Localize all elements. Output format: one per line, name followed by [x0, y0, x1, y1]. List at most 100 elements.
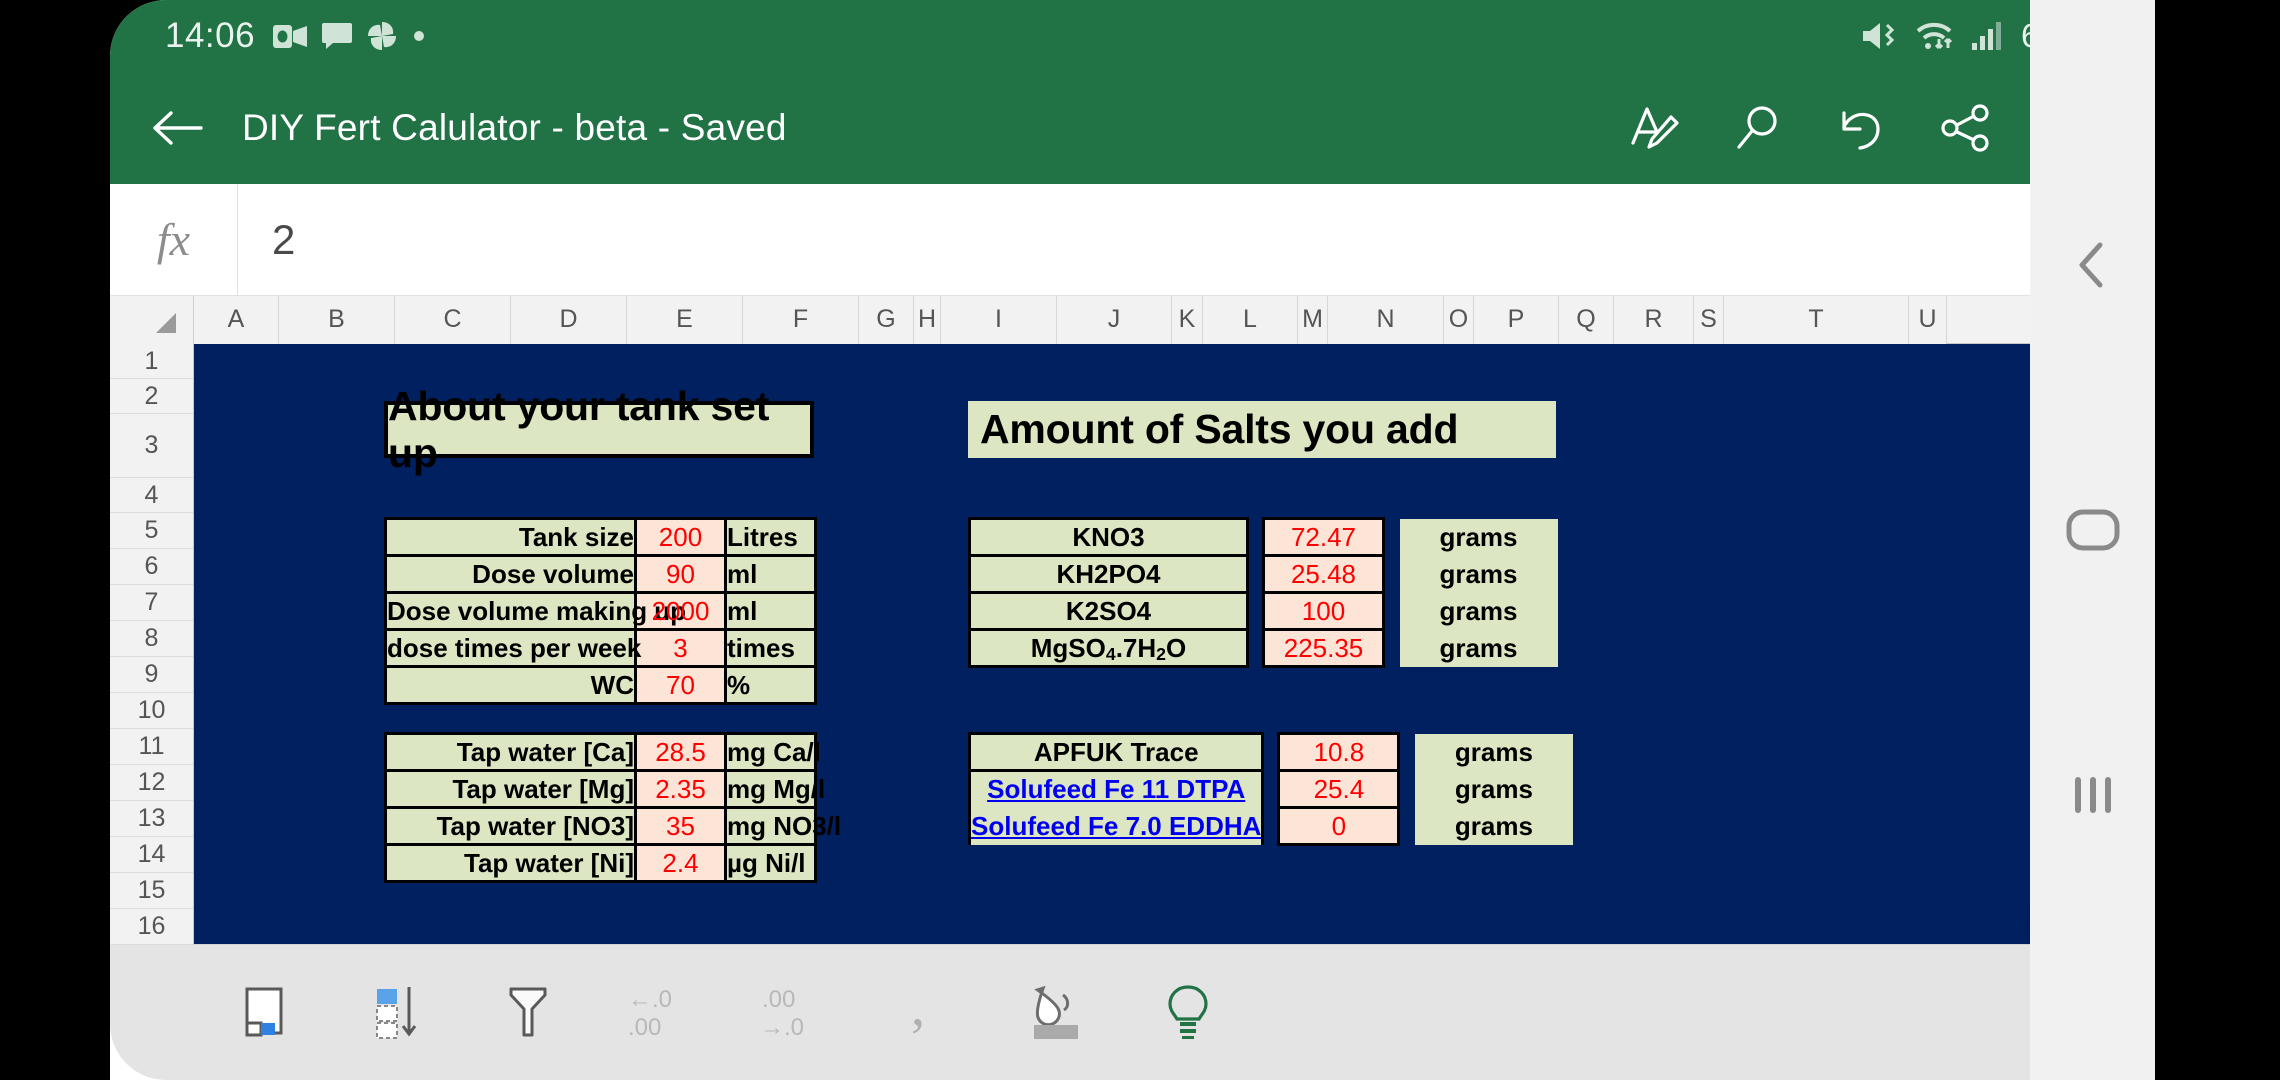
column-header-b[interactable]: B [279, 296, 395, 344]
column-header-u[interactable]: U [1909, 296, 1947, 344]
column-header-o[interactable]: O [1444, 296, 1474, 344]
sort-descending-icon[interactable] [330, 958, 462, 1068]
trace-value-2[interactable]: 0 [1277, 806, 1401, 846]
salt-value-3[interactable]: 225.35 [1262, 628, 1385, 668]
tapwater-unit-2[interactable]: mg NO3/l [724, 806, 841, 846]
undo-icon[interactable] [1833, 99, 1891, 157]
lightbulb-icon[interactable] [1122, 958, 1254, 1068]
tank-setup-unit-0[interactable]: Litres [724, 517, 817, 557]
salt-unit-column[interactable]: grams grams grams grams [1399, 518, 1558, 667]
tapwater-label-3[interactable]: Tap water [Ni] [384, 843, 637, 883]
table-row[interactable]: KNO3 72.47 grams grams grams grams [968, 517, 1558, 667]
row-header-1[interactable]: 1 [110, 344, 193, 379]
column-header-f[interactable]: F [743, 296, 859, 344]
trace-unit-column[interactable]: grams grams grams [1414, 733, 1573, 845]
tapwater-unit-0[interactable]: mg Ca/l [724, 732, 821, 772]
tapwater-value-1[interactable]: 2.35 [634, 769, 727, 809]
fx-icon[interactable]: fx [110, 183, 238, 296]
row-header-10[interactable]: 10 [110, 693, 193, 729]
column-header-e[interactable]: E [627, 296, 743, 344]
column-header-p[interactable]: P [1474, 296, 1559, 344]
tank-setup-value-3[interactable]: 3 [634, 628, 727, 668]
comma-style-icon[interactable]: , [858, 958, 990, 1068]
row-header-15[interactable]: 15 [110, 873, 193, 909]
search-icon[interactable] [1729, 99, 1787, 157]
increase-decimal-icon[interactable]: .00 →.0 [726, 958, 858, 1068]
row-header-5[interactable]: 5 [110, 513, 193, 549]
salt-label-3[interactable]: MgSO4.7H2O [968, 628, 1249, 668]
column-header-a[interactable]: A [194, 296, 279, 344]
row-header-9[interactable]: 9 [110, 657, 193, 693]
formula-bar[interactable]: fx 2 [110, 183, 2155, 296]
row-header-16[interactable]: 16 [110, 909, 193, 945]
column-header-t[interactable]: T [1724, 296, 1909, 344]
column-header-l[interactable]: L [1203, 296, 1298, 344]
table-row[interactable]: Tap water [NO3] 35 mg NO3/l [384, 806, 841, 846]
tank-setup-value-1[interactable]: 90 [634, 554, 727, 594]
salt-value-2[interactable]: 100 [1262, 591, 1385, 631]
column-header-n[interactable]: N [1328, 296, 1444, 344]
table-row[interactable]: Tap water [Ca] 28.5 mg Ca/l [384, 732, 821, 772]
column-header-g[interactable]: G [859, 296, 914, 344]
tank-setup-label-1[interactable]: Dose volume [384, 554, 637, 594]
column-header-k[interactable]: K [1172, 296, 1203, 344]
row-header-13[interactable]: 13 [110, 801, 193, 837]
formula-input[interactable]: 2 [238, 216, 2045, 264]
trace-label-0[interactable]: APFUK Trace [967, 732, 1265, 772]
table-row[interactable]: Tap water [Ni] 2.4 µg Ni/l [384, 843, 817, 883]
tank-setup-table[interactable]: Tank size 200 Litres Dose volume 90 ml Dose vo… [384, 517, 817, 705]
table-row[interactable]: APFUK Trace 10.8 grams grams grams [967, 732, 1573, 845]
three-bars-icon[interactable] [2058, 760, 2128, 830]
tank-setup-unit-3[interactable]: times [724, 628, 817, 668]
trace-value-1[interactable]: 25.4 [1277, 769, 1401, 809]
freeze-panes-icon[interactable] [198, 958, 330, 1068]
select-all-corner[interactable] [110, 296, 194, 344]
column-header-j[interactable]: J [1057, 296, 1172, 344]
fill-color-icon[interactable] [990, 958, 1122, 1068]
pen-edit-icon[interactable] [1625, 99, 1683, 157]
trace-value-0[interactable]: 10.8 [1277, 732, 1401, 772]
tank-setup-unit-4[interactable]: % [724, 665, 817, 705]
table-row[interactable]: WC 70% [384, 665, 817, 705]
tank-setup-unit-1[interactable]: ml [724, 554, 817, 594]
spreadsheet-grid[interactable]: ABCDEFGHIJKLMNOPQRSTU 1 2 3 4 5 6 7 8 9 10 11 12 13 1… [110, 296, 2155, 945]
row-header-4[interactable]: 4 [110, 478, 193, 513]
row-header-14[interactable]: 14 [110, 837, 193, 873]
column-header-r[interactable]: R [1614, 296, 1694, 344]
column-header-q[interactable]: Q [1559, 296, 1614, 344]
tank-setup-value-4[interactable]: 70 [634, 665, 727, 705]
sheet-canvas[interactable]: About your tank set up Tank size 200 Litre… [194, 344, 2155, 944]
row-header-6[interactable]: 6 [110, 549, 193, 585]
tapwater-label-1[interactable]: Tap water [Mg] [384, 769, 637, 809]
tapwater-unit-3[interactable]: µg Ni/l [724, 843, 817, 883]
back-arrow-icon[interactable] [148, 99, 206, 157]
tapwater-value-2[interactable]: 35 [634, 806, 727, 846]
salt-value-1[interactable]: 25.48 [1262, 554, 1385, 594]
row-header-11[interactable]: 11 [110, 729, 193, 765]
row-header-12[interactable]: 12 [110, 765, 193, 801]
tapwater-unit-1[interactable]: mg Mg/l [724, 769, 825, 809]
column-header-d[interactable]: D [511, 296, 627, 344]
table-row[interactable]: Tap water [Mg] 2.35 mg Mg/l [384, 769, 825, 809]
tank-setup-label-2[interactable]: Dose volume making up [384, 591, 686, 631]
salt-label-2[interactable]: K2SO4 [968, 591, 1249, 631]
row-header-3[interactable]: 3 [110, 414, 193, 478]
salt-label-1[interactable]: KH2PO4 [968, 554, 1249, 594]
table-row[interactable]: Dose volume 90 ml [384, 554, 817, 594]
table-row[interactable]: dose times per week 3 times [384, 628, 817, 668]
tank-setup-value-0[interactable]: 200 [634, 517, 727, 557]
column-header-s[interactable]: S [1694, 296, 1724, 344]
tank-setup-unit-2[interactable]: ml [724, 591, 817, 631]
row-header-7[interactable]: 7 [110, 585, 193, 621]
tapwater-label-0[interactable]: Tap water [Ca] [384, 732, 637, 772]
tapwater-label-2[interactable]: Tap water [NO3] [384, 806, 637, 846]
tapwater-value-0[interactable]: 28.5 [634, 732, 727, 772]
salt-label-0[interactable]: KNO3 [968, 517, 1249, 557]
decrease-decimal-icon[interactable]: ←.0 .00 [594, 958, 726, 1068]
column-header-h[interactable]: H [914, 296, 941, 344]
column-header-c[interactable]: C [395, 296, 511, 344]
tank-setup-label-0[interactable]: Tank size [384, 517, 637, 557]
share-icon[interactable] [1937, 99, 1995, 157]
salts-table[interactable]: KNO3 72.47 grams grams grams grams KH2PO4 25.48… [968, 517, 1558, 668]
column-header-m[interactable]: M [1298, 296, 1328, 344]
